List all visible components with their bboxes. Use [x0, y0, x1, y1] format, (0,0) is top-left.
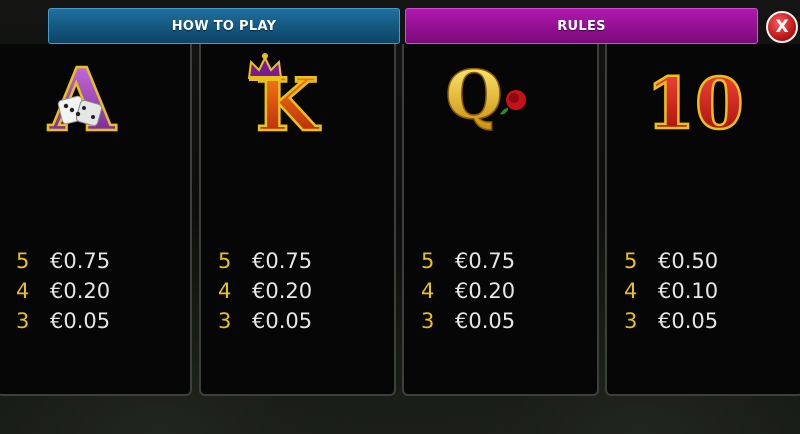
payout-amount: €0.75: [252, 249, 313, 273]
payout-amount: €0.20: [252, 279, 313, 303]
symbol-count: 3: [218, 309, 232, 333]
payout-amount: €0.10: [658, 279, 719, 303]
symbol-q: Q: [445, 55, 526, 135]
symbol-letter: A: [48, 50, 117, 138]
symbol-count: 3: [624, 309, 638, 333]
paytable-10: 5 €0.50 4 €0.10 3 €0.05: [624, 246, 718, 336]
symbol-count: 4: [16, 279, 30, 303]
paytable-row: 5 €0.50: [624, 246, 718, 276]
paytable-k: 5 €0.75 4 €0.20 3 €0.05: [218, 246, 312, 336]
payout-amount: €0.05: [50, 309, 111, 333]
tab-rules[interactable]: RULES: [405, 8, 758, 44]
tab-how-to-play[interactable]: HOW TO PLAY: [48, 8, 400, 44]
symbol-count: 5: [218, 249, 232, 273]
symbol-a: A: [46, 50, 118, 138]
payout-amount: €0.20: [455, 279, 516, 303]
symbol-count: 3: [16, 309, 30, 333]
symbol-count: 3: [421, 309, 435, 333]
symbol-count: 4: [421, 279, 435, 303]
symbol-count: 5: [421, 249, 435, 273]
paytable-panel-k: K 5 €0.75 4 €0.20 3 €0.05: [199, 44, 396, 396]
paytable-a: 5 €0.75 4 €0.20 3 €0.05: [16, 246, 110, 336]
symbol-letter: Q: [445, 56, 503, 134]
payout-amount: €0.05: [658, 309, 719, 333]
paytable-row: 5 €0.75: [218, 246, 312, 276]
payout-amount: €0.20: [50, 279, 111, 303]
rose-icon: [500, 90, 526, 115]
close-button[interactable]: X: [766, 11, 798, 43]
payout-amount: €0.05: [252, 309, 313, 333]
symbol-count: 4: [218, 279, 232, 303]
payout-amount: €0.05: [455, 309, 516, 333]
paytable-row: 4 €0.20: [421, 276, 515, 306]
crown-icon: [247, 53, 283, 81]
paytable-panel-q: Q 5 €0.75 4 €0.20 3 €0.05: [402, 44, 599, 396]
paytable-row: 3 €0.05: [218, 306, 312, 336]
symbol-10: 10: [645, 61, 745, 138]
paytable-row: 3 €0.05: [16, 306, 110, 336]
paytable-row: 5 €0.75: [16, 246, 110, 276]
symbol-count: 5: [16, 249, 30, 273]
symbol-k: K: [247, 53, 322, 138]
symbol-count: 5: [624, 249, 638, 273]
paytable-row: 4 €0.10: [624, 276, 718, 306]
symbol-count: 4: [624, 279, 638, 303]
payout-amount: €0.75: [50, 249, 111, 273]
paytable-row: 4 €0.20: [16, 276, 110, 306]
paytable-panel-10: 10 5 €0.50 4 €0.10 3 €0.05: [605, 44, 800, 396]
paytable-q: 5 €0.75 4 €0.20 3 €0.05: [421, 246, 515, 336]
payout-amount: €0.75: [455, 249, 516, 273]
paytable-panel-a: A 5 €0.75 4 €0.20 3 €0.05: [0, 44, 192, 396]
payout-amount: €0.50: [658, 249, 719, 273]
paytable-row: 5 €0.75: [421, 246, 515, 276]
symbol-number: 10: [646, 62, 743, 138]
paytable-row: 3 €0.05: [624, 306, 718, 336]
paytable-row: 4 €0.20: [218, 276, 312, 306]
paytable-row: 3 €0.05: [421, 306, 515, 336]
